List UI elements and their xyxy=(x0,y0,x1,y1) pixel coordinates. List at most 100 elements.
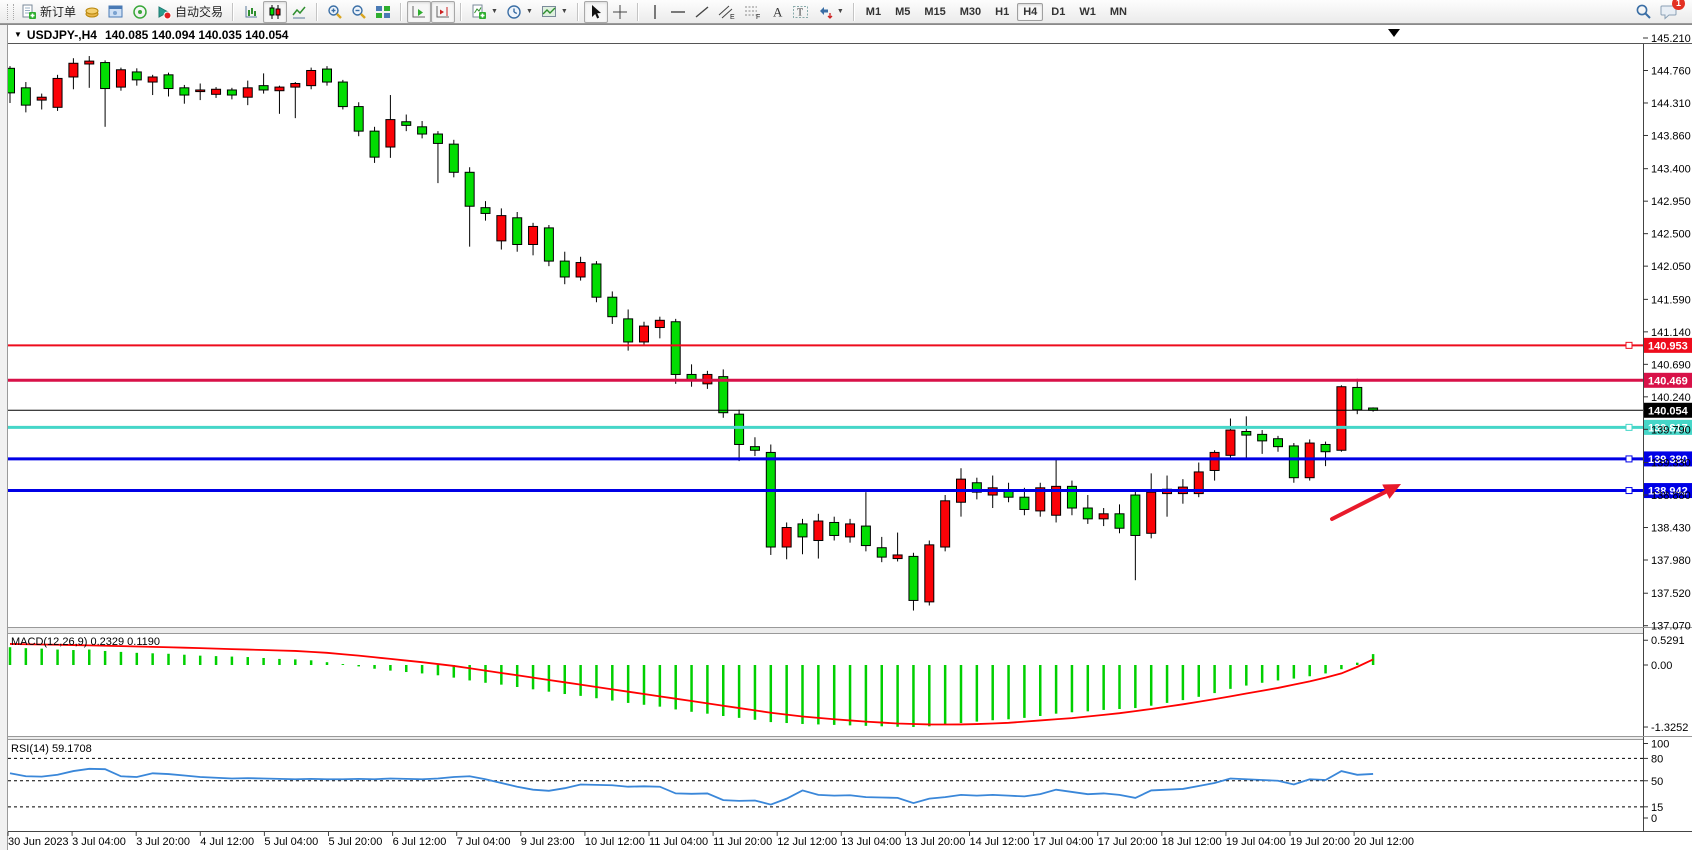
market-watch-button[interactable] xyxy=(80,1,104,23)
svg-text:0.00: 0.00 xyxy=(1651,660,1672,672)
signals-button[interactable] xyxy=(128,1,152,23)
timeframe-H4[interactable]: H4 xyxy=(1017,3,1043,21)
toolbar-separator xyxy=(577,3,579,21)
horizontal-line-icon xyxy=(670,4,686,20)
svg-text:-1.3252: -1.3252 xyxy=(1651,722,1688,734)
new-order-icon xyxy=(21,4,37,20)
svg-text:141.140: 141.140 xyxy=(1651,327,1691,339)
vertical-line-button[interactable] xyxy=(644,1,666,23)
macd-axis: 0.52910.00-1.3252 xyxy=(1643,635,1688,734)
channel-icon: E xyxy=(718,4,736,20)
time-axis-label: 12 Jul 12:00 xyxy=(777,836,837,848)
svg-text:142.050: 142.050 xyxy=(1651,261,1691,273)
candlestick-series xyxy=(6,56,1378,610)
periods-button[interactable]: ▼ xyxy=(502,1,537,23)
bar-chart-button[interactable] xyxy=(239,1,263,23)
data-window-button[interactable] xyxy=(104,1,128,23)
chevron-down-icon: ▼ xyxy=(837,8,844,15)
notification-badge: 1 xyxy=(1672,0,1685,10)
svg-text:140.690: 140.690 xyxy=(1651,359,1691,371)
svg-text:140.240: 140.240 xyxy=(1651,392,1691,404)
zoom-out-icon xyxy=(351,4,367,20)
line-handle[interactable] xyxy=(1626,488,1632,494)
chart-frame xyxy=(0,25,1692,850)
clock-icon xyxy=(506,4,522,20)
text-icon: A xyxy=(770,4,784,20)
zoom-out-button[interactable] xyxy=(347,1,371,23)
macd-label: MACD(12,26,9) 0.2329 0.1190 xyxy=(11,636,160,648)
vertical-line-icon xyxy=(648,4,662,20)
symbol-period: USDJPY-,H4 xyxy=(27,28,97,42)
line-handle[interactable] xyxy=(1626,456,1632,462)
text-label-button[interactable]: T xyxy=(788,1,813,23)
svg-text:80: 80 xyxy=(1651,753,1663,765)
macd-indicator xyxy=(10,644,1373,727)
search-button[interactable] xyxy=(1631,1,1656,23)
fibonacci-button[interactable]: F xyxy=(740,1,766,23)
time-axis-label: 14 Jul 12:00 xyxy=(970,836,1030,848)
notifications-button[interactable]: 1 xyxy=(1656,1,1682,23)
timeframe-MN[interactable]: MN xyxy=(1104,3,1133,21)
chart-shift-button[interactable] xyxy=(431,1,455,23)
template-button[interactable]: ▼ xyxy=(537,1,572,23)
time-axis-label: 19 Jul 20:00 xyxy=(1290,836,1350,848)
arrows-button[interactable]: ▼ xyxy=(813,1,848,23)
timeframe-M5[interactable]: M5 xyxy=(889,3,916,21)
signal-icon xyxy=(132,4,148,20)
price-axis: 145.210144.760144.310143.860143.400142.9… xyxy=(1643,33,1691,633)
trendline-icon xyxy=(694,4,710,20)
time-axis-label: 3 Jul 04:00 xyxy=(72,836,126,848)
timeframe-M1[interactable]: M1 xyxy=(860,3,887,21)
trendline-button[interactable] xyxy=(690,1,714,23)
template-icon xyxy=(541,4,557,20)
auto-scroll-button[interactable] xyxy=(407,1,431,23)
svg-text:0: 0 xyxy=(1651,813,1657,825)
time-axis-label: 9 Jul 23:00 xyxy=(521,836,575,848)
horizontal-line-button[interactable] xyxy=(666,1,690,23)
toolbar-grip[interactable] xyxy=(7,4,14,20)
toolbar-separator xyxy=(316,3,318,21)
timeframe-M30[interactable]: M30 xyxy=(954,3,987,21)
bar-chart-icon xyxy=(243,4,259,20)
line-chart-icon xyxy=(291,4,307,20)
chevron-down-icon: ▼ xyxy=(491,8,498,15)
svg-text:137.070: 137.070 xyxy=(1651,621,1691,633)
collapse-triangle-icon[interactable]: ▼ xyxy=(14,30,22,39)
line-handle[interactable] xyxy=(1626,342,1632,348)
line-handle[interactable] xyxy=(1626,424,1632,430)
autotrade-icon xyxy=(156,4,172,20)
auto-trading-button[interactable]: 自动交易 xyxy=(152,1,227,23)
chart-canvas[interactable]: 140.953140.469140.054139.817139.380138.9… xyxy=(0,0,1692,850)
zoom-in-icon xyxy=(327,4,343,20)
timeframe-M15[interactable]: M15 xyxy=(918,3,951,21)
timeframe-W1[interactable]: W1 xyxy=(1073,3,1102,21)
svg-text:139.330: 139.330 xyxy=(1651,458,1691,470)
zoom-in-button[interactable] xyxy=(323,1,347,23)
equidistant-channel-button[interactable]: E xyxy=(714,1,740,23)
auto-trading-label: 自动交易 xyxy=(175,3,223,20)
toolbar-separator xyxy=(637,3,639,21)
svg-text:50: 50 xyxy=(1651,776,1663,788)
text-button[interactable]: A xyxy=(766,1,788,23)
text-label-icon: T xyxy=(792,4,809,20)
time-axis-label: 6 Jul 12:00 xyxy=(393,836,447,848)
time-axis-label: 13 Jul 20:00 xyxy=(905,836,965,848)
tile-windows-button[interactable] xyxy=(371,1,395,23)
timeframe-D1[interactable]: D1 xyxy=(1045,3,1071,21)
svg-text:E: E xyxy=(730,14,735,20)
chevron-down-icon: ▼ xyxy=(561,8,568,15)
crosshair-button[interactable] xyxy=(608,1,632,23)
timeframe-H1[interactable]: H1 xyxy=(989,3,1015,21)
cursor-button[interactable] xyxy=(584,1,608,23)
tile-windows-icon xyxy=(375,4,391,20)
auto-scroll-icon xyxy=(411,4,427,20)
new-order-button[interactable]: 新订单 xyxy=(17,1,80,23)
line-chart-button[interactable] xyxy=(287,1,311,23)
terminal-icon xyxy=(108,4,124,20)
add-indicator-button[interactable]: ▼ xyxy=(467,1,502,23)
time-axis-label: 7 Jul 04:00 xyxy=(457,836,511,848)
time-axis-label: 5 Jul 04:00 xyxy=(264,836,318,848)
time-axis-label: 17 Jul 20:00 xyxy=(1098,836,1158,848)
candlestick-chart-button[interactable] xyxy=(263,1,287,23)
svg-text:143.860: 143.860 xyxy=(1651,130,1691,142)
